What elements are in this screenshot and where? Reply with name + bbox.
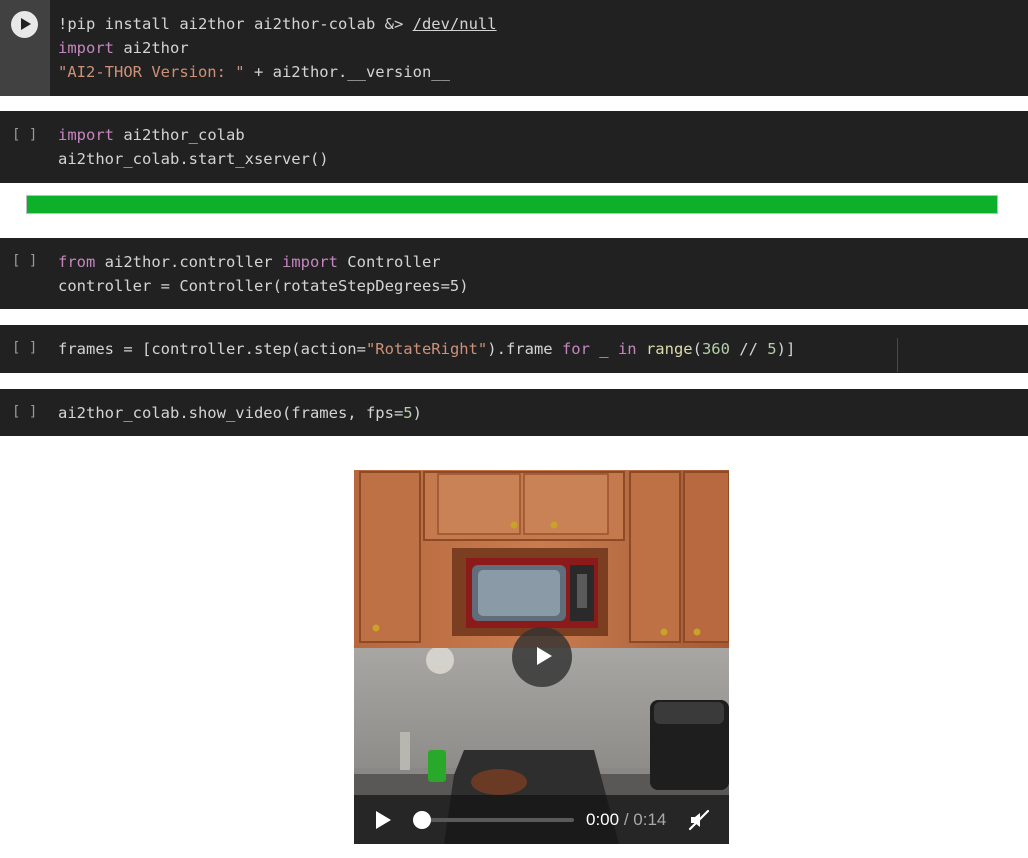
cell-prompt-brackets[interactable]: [ ] (12, 340, 37, 356)
progress-fill (27, 196, 997, 213)
code-line: ai2thor_colab.start_xserver() (58, 147, 329, 171)
code-token: ai2thor_colab (114, 126, 245, 144)
code-token: // (729, 340, 768, 358)
code-token: ai2thor_colab.start_xserver() (58, 150, 329, 168)
seek-slider[interactable] (413, 811, 574, 829)
run-cell-button[interactable] (11, 11, 38, 38)
code-line: import ai2thor (58, 36, 497, 60)
video-controls-bar: 0:00 / 0:14 (354, 795, 729, 844)
play-icon[interactable] (374, 811, 392, 829)
code-line: import ai2thor_colab (58, 123, 329, 147)
mute-icon[interactable] (688, 809, 710, 831)
editor-cursor (897, 338, 898, 372)
code-token: ai2thor (114, 39, 189, 57)
code-token: ai2thor_colab.show_video(frames, fps= (58, 404, 404, 422)
code-line: controller = Controller(rotateStepDegree… (58, 274, 469, 298)
code-cell-controller[interactable]: [ ] from ai2thor.controller import Contr… (0, 238, 1028, 309)
code-token: + ai2thor.__version__ (244, 63, 450, 81)
time-separator: / (623, 810, 629, 829)
cell-gutter (0, 0, 50, 96)
big-play-icon[interactable] (512, 627, 572, 687)
cell-prompt-brackets[interactable]: [ ] (12, 127, 37, 143)
code-token: "RotateRight" (365, 340, 488, 358)
code-cell-start-xserver[interactable]: [ ] import ai2thor_colab ai2thor_colab.st… (0, 111, 1028, 183)
seek-handle[interactable] (413, 811, 431, 829)
time-display: 0:00 / 0:14 (586, 810, 666, 830)
code-editor[interactable]: !pip install ai2thor ai2thor-colab &> /d… (58, 12, 497, 84)
code-token: 5 (767, 340, 777, 358)
duration: 0:14 (633, 810, 667, 829)
code-editor[interactable]: frames = [controller.step(action="Rotate… (58, 337, 795, 361)
code-line: !pip install ai2thor ai2thor-colab &> /d… (58, 12, 497, 36)
code-cell-show-video[interactable]: [ ] ai2thor_colab.show_video(frames, fps… (0, 389, 1028, 436)
code-token: _ (589, 340, 618, 358)
code-token: 360 (701, 340, 730, 358)
cell-prompt-brackets[interactable]: [ ] (12, 253, 37, 269)
code-line: ai2thor_colab.show_video(frames, fps=5) (58, 401, 422, 425)
code-token: range (645, 340, 693, 358)
code-token: !pip install ai2thor ai2thor-colab &> (58, 15, 413, 33)
code-token: ) (412, 404, 422, 422)
code-editor[interactable]: from ai2thor.controller import Controlle… (58, 250, 469, 298)
code-line: frames = [controller.step(action="Rotate… (58, 337, 795, 361)
code-token: ).frame (487, 340, 562, 358)
code-token: Controller (337, 253, 441, 271)
video-player[interactable]: 0:00 / 0:14 (354, 470, 729, 844)
code-editor[interactable]: ai2thor_colab.show_video(frames, fps=5) (58, 401, 422, 425)
code-token: import (281, 253, 338, 271)
code-token: frames = [controller.step(action= (58, 340, 366, 358)
code-cell-frames[interactable]: [ ] frames = [controller.step(action="Ro… (0, 325, 1028, 373)
code-token: controller = Controller(rotateStepDegree… (58, 277, 469, 295)
code-cell-pip-install[interactable]: !pip install ai2thor ai2thor-colab &> /d… (0, 0, 1028, 96)
code-line: "AI2-THOR Version: " + ai2thor.__version… (58, 60, 497, 84)
code-line: from ai2thor.controller import Controlle… (58, 250, 469, 274)
current-time: 0:00 (586, 810, 620, 829)
code-token: in (617, 340, 637, 358)
code-token: for (561, 340, 590, 358)
code-token: "AI2-THOR Version: " (58, 63, 245, 81)
code-token: ai2thor.controller (95, 253, 282, 271)
cell-prompt-brackets[interactable]: [ ] (12, 404, 37, 420)
code-editor[interactable]: import ai2thor_colab ai2thor_colab.start_… (58, 123, 329, 171)
code-token[interactable]: /dev/null (413, 15, 497, 33)
code-token: ( (692, 340, 702, 358)
output-progress-bar (26, 195, 998, 214)
code-token: import (58, 39, 114, 57)
code-token: 5 (403, 404, 413, 422)
code-token: from (58, 253, 96, 271)
code-token: import (58, 126, 114, 144)
code-token: )] (776, 340, 796, 358)
